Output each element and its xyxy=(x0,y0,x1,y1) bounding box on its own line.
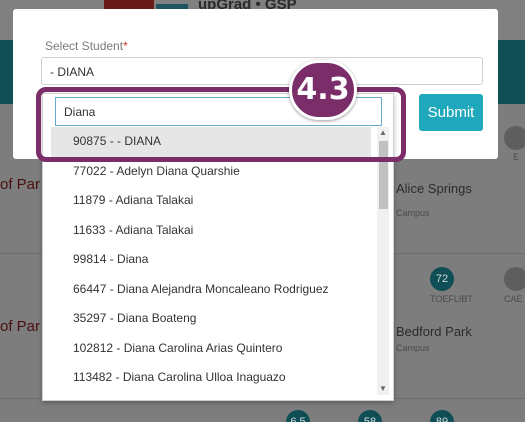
campus-location-2: Bedford Park xyxy=(396,324,472,339)
campus-label-1: Campus xyxy=(396,208,430,218)
cae-score-badge xyxy=(504,267,525,291)
annotation-step-badge: 4.3 xyxy=(289,60,357,120)
student-option[interactable]: 99814 - Diana xyxy=(51,245,371,275)
course-title-1: of Par xyxy=(0,176,41,193)
student-options-list: 90875 - - DIANA 77022 - Adelyn Diana Qua… xyxy=(51,127,371,399)
student-option[interactable]: 11633 - Adiana Talakai xyxy=(51,216,371,246)
select-student-label: Select Student* xyxy=(45,39,128,53)
required-marker: * xyxy=(123,39,128,53)
student-option[interactable]: 66447 - Diana Alejandra Moncaleano Rodri… xyxy=(51,275,371,305)
toefl-score-label: TOEFLIBT xyxy=(430,294,473,304)
score-badge: 6.5 xyxy=(286,410,310,422)
score-badge xyxy=(504,126,525,150)
student-option[interactable]: 102812 - Diana Carolina Arias Quintero xyxy=(51,334,371,364)
cae-score-label: CAE xyxy=(504,294,523,304)
toefl-score-badge: 72 xyxy=(430,267,454,291)
student-option[interactable]: 35297 - Diana Boateng xyxy=(51,304,371,334)
campus-label-2: Campus xyxy=(396,343,430,353)
course-title-2: of Par xyxy=(0,318,41,335)
student-option[interactable]: 113482 - Diana Carolina Ulloa Inaguazo xyxy=(51,363,371,393)
campus-location-1: Alice Springs xyxy=(396,181,472,196)
score-label: E xyxy=(513,152,520,162)
student-select[interactable]: - DIANA xyxy=(41,57,483,85)
student-option[interactable]: 11879 - Adiana Talakai xyxy=(51,186,371,216)
score-badge: 58 xyxy=(358,410,382,422)
dropdown-scrollbar[interactable]: ▲ ▼ xyxy=(377,127,389,395)
submit-button[interactable]: Submit xyxy=(419,94,483,131)
score-badge: 89 xyxy=(430,410,454,422)
scroll-down-arrow-icon[interactable]: ▼ xyxy=(377,383,389,395)
